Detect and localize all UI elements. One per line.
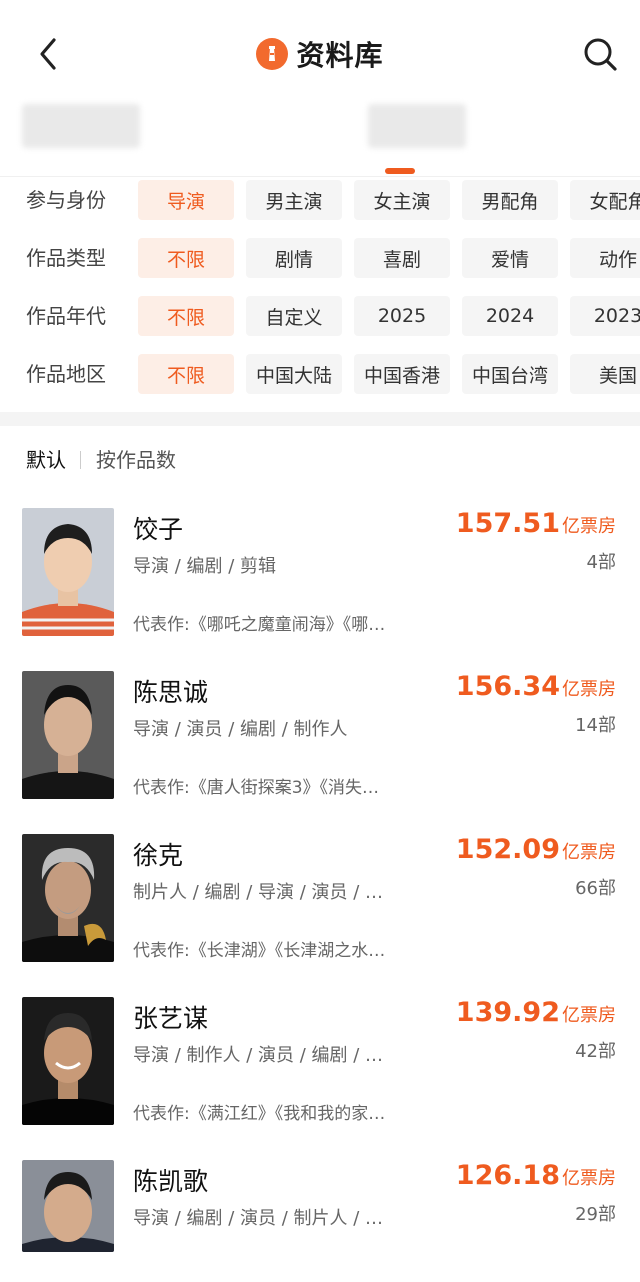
representative-works: 代表作:《长津湖》《长津湖之水… bbox=[133, 941, 386, 961]
filter-chip[interactable]: 剧情 bbox=[246, 238, 342, 278]
filter-chip[interactable]: 女配角 bbox=[570, 180, 640, 220]
person-name: 陈思诚 bbox=[133, 678, 209, 707]
filter-chip[interactable]: 2024 bbox=[462, 296, 558, 336]
box-office-unit: 亿票房 bbox=[562, 1005, 616, 1026]
sort-by-count-tab[interactable]: 按作品数 bbox=[96, 440, 176, 480]
box-office-value: 156.34 bbox=[455, 671, 560, 702]
person-name: 徐克 bbox=[133, 841, 184, 870]
person-row[interactable]: 陈思诚 导演 / 演员 / 编剧 / 制作人 代表作:《唐人街探案3》《消失… … bbox=[0, 671, 640, 821]
filter-row-region: 作品地区 不限 中国大陆 中国香港 中国台湾 美国 bbox=[0, 354, 640, 394]
representative-works: 代表作:《唐人街探案3》《消失… bbox=[133, 778, 380, 798]
section-divider bbox=[0, 412, 640, 426]
work-count: 29部 bbox=[575, 1204, 616, 1225]
person-row[interactable]: 徐克 制片人 / 编剧 / 导演 / 演员 / … 代表作:《长津湖》《长津湖之… bbox=[0, 834, 640, 984]
person-roles: 导演 / 演员 / 编剧 / 制作人 bbox=[133, 719, 348, 740]
box-office: 126.18 亿票房 bbox=[456, 1160, 616, 1191]
filter-chip[interactable]: 不限 bbox=[138, 354, 234, 394]
box-office-unit: 亿票房 bbox=[562, 842, 616, 863]
box-office-value: 126.18 bbox=[455, 1160, 560, 1191]
avatar bbox=[22, 508, 114, 636]
person-roles: 导演 / 编剧 / 演员 / 制片人 / … bbox=[133, 1208, 384, 1229]
box-office: 152.09 亿票房 bbox=[456, 834, 616, 865]
filter-chip[interactable]: 男配角 bbox=[462, 180, 558, 220]
title-group: 资料库 bbox=[0, 32, 640, 76]
filter-label: 作品地区 bbox=[26, 362, 106, 386]
filter-row-role: 参与身份 导演 男主演 女主演 男配角 女配角 bbox=[0, 180, 640, 220]
filter-chip[interactable]: 女主演 bbox=[354, 180, 450, 220]
tab-blurred[interactable] bbox=[368, 104, 466, 148]
box-office-unit: 亿票房 bbox=[562, 679, 616, 700]
box-office-unit: 亿票房 bbox=[562, 516, 616, 537]
filter-chip[interactable]: 不限 bbox=[138, 296, 234, 336]
filter-chip[interactable]: 男主演 bbox=[246, 180, 342, 220]
filter-chip[interactable]: 自定义 bbox=[246, 296, 342, 336]
person-row[interactable]: 张艺谋 导演 / 制作人 / 演员 / 编剧 / … 代表作:《满江红》《我和我… bbox=[0, 997, 640, 1147]
person-name: 饺子 bbox=[133, 515, 184, 544]
filter-row-genre: 作品类型 不限 剧情 喜剧 爱情 动作 bbox=[0, 238, 640, 278]
work-count: 14部 bbox=[575, 715, 616, 736]
filter-row-era: 作品年代 不限 自定义 2025 2024 2023 bbox=[0, 296, 640, 336]
filter-chip[interactable]: 2025 bbox=[354, 296, 450, 336]
person-roles: 制片人 / 编剧 / 导演 / 演员 / … bbox=[133, 882, 384, 903]
box-office-value: 139.92 bbox=[455, 997, 560, 1028]
filter-chip[interactable]: 喜剧 bbox=[354, 238, 450, 278]
filter-chip[interactable]: 2023 bbox=[570, 296, 640, 336]
filter-chip[interactable]: 美国 bbox=[570, 354, 640, 394]
work-count: 42部 bbox=[575, 1041, 616, 1062]
box-office-value: 157.51 bbox=[455, 508, 560, 539]
work-count: 66部 bbox=[575, 878, 616, 899]
filter-chip[interactable]: 中国台湾 bbox=[462, 354, 558, 394]
person-row[interactable]: 饺子 导演 / 编剧 / 剪辑 代表作:《哪吒之魔童闹海》《哪… 157.51 … bbox=[0, 508, 640, 658]
active-tab-indicator bbox=[385, 168, 415, 174]
representative-works: 代表作:《满江红》《我和我的家… bbox=[133, 1104, 386, 1124]
filter-label: 作品年代 bbox=[26, 304, 106, 328]
person-name: 张艺谋 bbox=[133, 1004, 209, 1033]
tab-blurred[interactable] bbox=[22, 104, 140, 148]
filter-panel: 参与身份 导演 男主演 女主演 男配角 女配角 作品类型 不限 剧情 喜剧 爱情… bbox=[0, 180, 640, 408]
search-button[interactable] bbox=[580, 34, 620, 74]
filter-label: 作品类型 bbox=[26, 246, 106, 270]
lighthouse-logo-icon bbox=[256, 38, 289, 70]
avatar bbox=[22, 1160, 114, 1252]
avatar bbox=[22, 834, 114, 962]
avatar bbox=[22, 997, 114, 1125]
filter-chip[interactable]: 爱情 bbox=[462, 238, 558, 278]
sort-separator bbox=[80, 451, 81, 469]
filter-label: 参与身份 bbox=[26, 188, 106, 212]
filter-chip[interactable]: 导演 bbox=[138, 180, 234, 220]
representative-works: 代表作:《哪吒之魔童闹海》《哪… bbox=[133, 615, 386, 635]
sort-bar: 默认 按作品数 bbox=[0, 440, 640, 480]
person-roles: 导演 / 编剧 / 剪辑 bbox=[133, 556, 277, 577]
avatar bbox=[22, 671, 114, 799]
box-office: 139.92 亿票房 bbox=[456, 997, 616, 1028]
work-count: 4部 bbox=[586, 552, 616, 573]
category-tab-strip[interactable] bbox=[0, 100, 640, 178]
search-icon bbox=[584, 38, 617, 71]
sort-default-tab[interactable]: 默认 bbox=[26, 440, 66, 480]
box-office-unit: 亿票房 bbox=[562, 1168, 616, 1189]
page-title: 资料库 bbox=[296, 39, 384, 72]
box-office-value: 152.09 bbox=[455, 834, 560, 865]
filter-chip[interactable]: 中国香港 bbox=[354, 354, 450, 394]
box-office: 156.34 亿票房 bbox=[456, 671, 616, 702]
top-bar: 资料库 bbox=[0, 0, 640, 105]
person-name: 陈凯歌 bbox=[133, 1167, 209, 1196]
filter-chip[interactable]: 不限 bbox=[138, 238, 234, 278]
person-row[interactable]: 陈凯歌 导演 / 编剧 / 演员 / 制片人 / … 126.18 亿票房 29… bbox=[0, 1160, 640, 1260]
box-office: 157.51 亿票房 bbox=[456, 508, 616, 539]
person-roles: 导演 / 制作人 / 演员 / 编剧 / … bbox=[133, 1045, 384, 1066]
filter-chip[interactable]: 中国大陆 bbox=[246, 354, 342, 394]
divider bbox=[0, 176, 640, 177]
filter-chip[interactable]: 动作 bbox=[570, 238, 640, 278]
